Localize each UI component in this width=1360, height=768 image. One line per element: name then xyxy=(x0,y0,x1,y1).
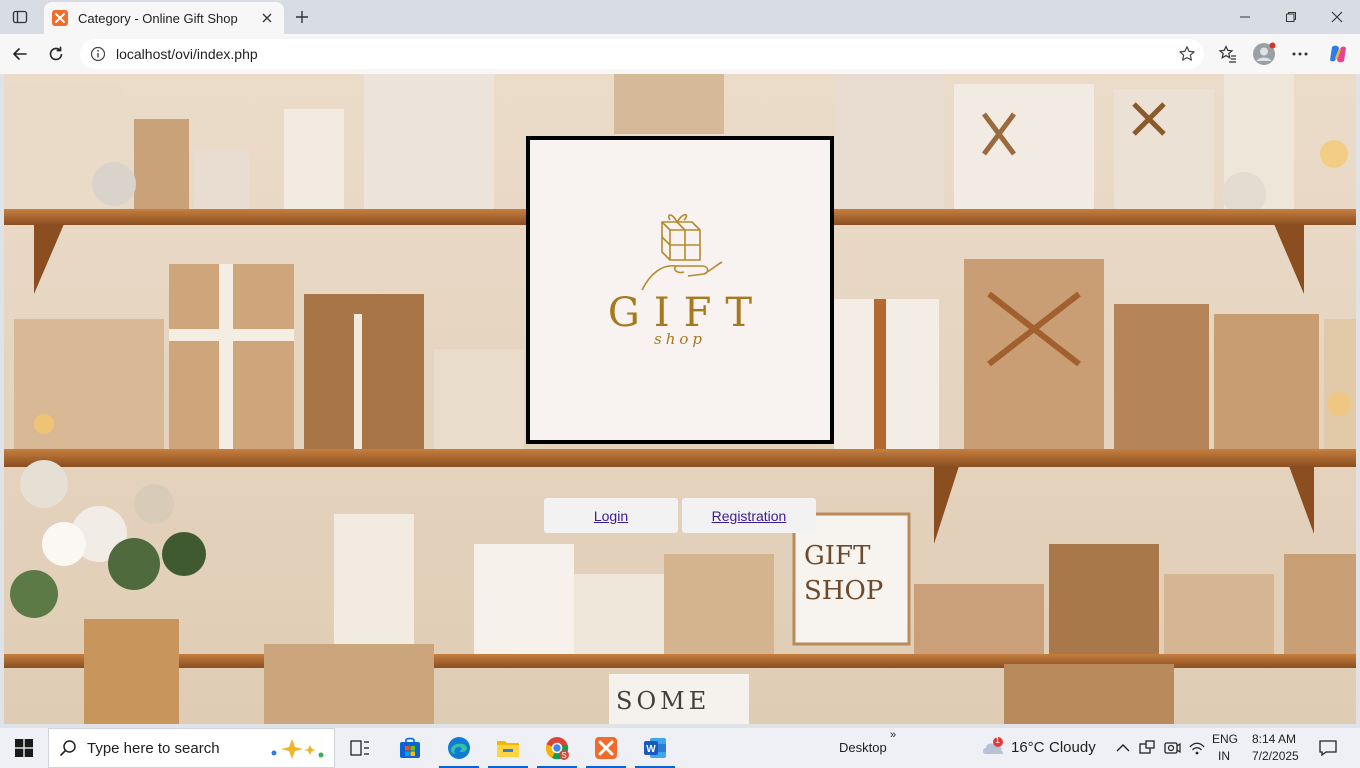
page-viewport: GIFT SHOP SOME GIFT shop Login Registrat… xyxy=(4,74,1356,724)
restore-icon[interactable] xyxy=(1268,0,1314,34)
xampp-favicon-icon xyxy=(52,10,68,26)
network-adapter-icon[interactable] xyxy=(1137,738,1157,758)
search-placeholder: Type here to search xyxy=(87,739,220,757)
search-icon xyxy=(59,740,76,757)
tab-actions-button[interactable] xyxy=(6,5,34,29)
copilot-icon[interactable] xyxy=(1324,40,1352,68)
language-region[interactable]: IN xyxy=(1218,749,1230,763)
clock-date[interactable]: 7/2/2025 xyxy=(1252,749,1299,763)
site-info-icon[interactable] xyxy=(90,46,106,62)
svg-text:W: W xyxy=(646,744,656,755)
url-text: localhost/ovi/index.php xyxy=(116,46,258,62)
camera-icon[interactable] xyxy=(1162,738,1182,758)
profile-avatar-icon[interactable] xyxy=(1250,40,1278,68)
more-menu-icon[interactable] xyxy=(1286,40,1314,68)
xampp-icon[interactable] xyxy=(582,728,630,768)
notifications-icon[interactable] xyxy=(1318,738,1338,758)
task-view-icon[interactable] xyxy=(336,728,384,768)
wifi-icon[interactable] xyxy=(1187,738,1207,758)
weather-badge: 1 xyxy=(995,735,1001,745)
refresh-icon[interactable] xyxy=(42,40,70,68)
favorites-icon[interactable] xyxy=(1214,40,1242,68)
windows-start-icon[interactable] xyxy=(0,728,48,768)
gift-shop-logo: GIFT shop xyxy=(526,136,834,444)
file-explorer-icon[interactable] xyxy=(484,728,532,768)
svg-text:SOME: SOME xyxy=(616,687,710,715)
svg-text:S: S xyxy=(561,751,566,760)
browser-tab[interactable]: Category - Online Gift Shop xyxy=(44,2,284,34)
desktop-chevron[interactable]: » xyxy=(890,729,896,741)
show-hidden-icons-chevron-icon[interactable] xyxy=(1113,738,1133,758)
word-icon[interactable]: W xyxy=(631,728,679,768)
weather-temp[interactable]: 16°C xyxy=(1011,739,1045,756)
tab-title: Category - Online Gift Shop xyxy=(78,10,238,26)
login-button[interactable]: Login xyxy=(544,498,678,533)
browser-toolbar: localhost/ovi/index.php xyxy=(0,34,1360,74)
registration-button[interactable]: Registration xyxy=(682,498,816,533)
edge-browser-icon[interactable] xyxy=(435,728,483,768)
back-icon[interactable] xyxy=(6,40,34,68)
new-tab-icon[interactable] xyxy=(290,6,314,28)
weather-desc[interactable]: Cloudy xyxy=(1049,739,1096,756)
svg-text:GIFT: GIFT xyxy=(804,541,871,571)
tab-close-icon[interactable] xyxy=(258,9,276,27)
chrome-icon[interactable]: S xyxy=(533,728,581,768)
favorite-star-icon[interactable] xyxy=(1178,45,1196,63)
windows-taskbar: Type here to search S W Desktop » 1 16°C… xyxy=(0,728,1360,768)
minimize-icon[interactable] xyxy=(1222,0,1268,34)
desktop-label[interactable]: Desktop xyxy=(839,740,887,755)
tab-actions-icon xyxy=(12,10,28,24)
gift-hand-icon xyxy=(641,213,723,291)
logo-subtitle-text: shop xyxy=(654,330,706,348)
address-bar[interactable]: localhost/ovi/index.php xyxy=(80,39,1204,69)
taskbar-search-box[interactable]: Type here to search xyxy=(48,728,335,768)
clock-time[interactable]: 8:14 AM xyxy=(1252,732,1296,746)
close-window-icon[interactable] xyxy=(1314,0,1360,34)
microsoft-store-icon[interactable] xyxy=(386,728,434,768)
browser-tabstrip: Category - Online Gift Shop xyxy=(0,0,1360,34)
svg-text:SHOP: SHOP xyxy=(804,576,883,606)
auth-buttons: Login Registration xyxy=(544,498,816,533)
search-highlight-icon xyxy=(271,739,324,759)
weather-cloud-icon[interactable]: 1 xyxy=(980,734,1006,760)
language-code[interactable]: ENG xyxy=(1212,732,1238,746)
